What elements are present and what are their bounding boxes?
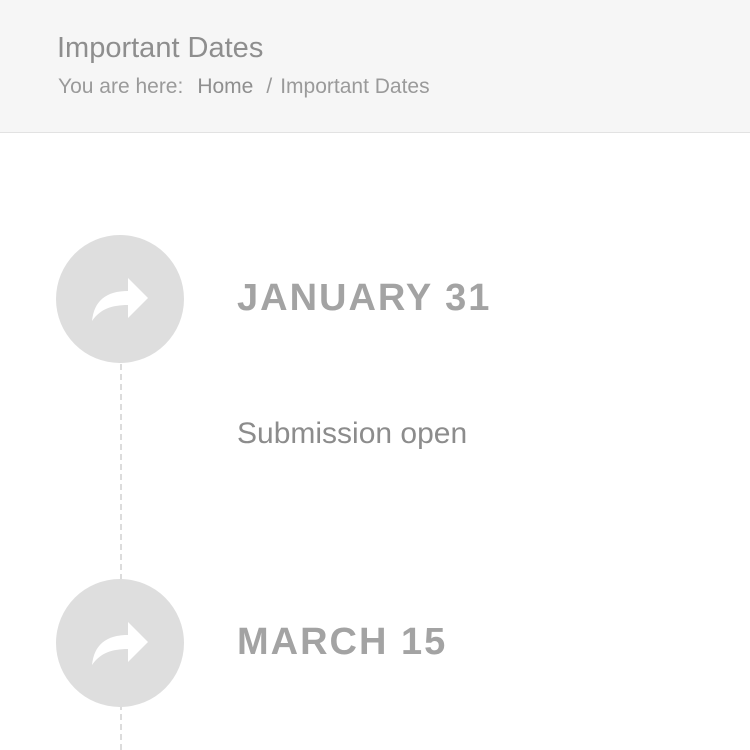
page-header: Important Dates You are here: Home / Import… bbox=[0, 0, 750, 133]
share-arrow-icon bbox=[90, 618, 150, 668]
timeline-event-marker bbox=[56, 235, 184, 363]
event-description: Submission open bbox=[237, 417, 468, 450]
share-arrow-icon bbox=[90, 274, 150, 324]
breadcrumb-current: Important Dates bbox=[280, 75, 430, 98]
breadcrumb-home-link[interactable]: Home bbox=[197, 75, 253, 98]
event-date: JANUARY 31 bbox=[237, 277, 492, 319]
page-title: Important Dates bbox=[57, 32, 264, 64]
page: Important Dates You are here: Home / Import… bbox=[0, 0, 750, 750]
event-date: MARCH 15 bbox=[237, 621, 448, 663]
breadcrumb: You are here: Home / Important Dates bbox=[58, 73, 430, 101]
breadcrumb-separator: / bbox=[266, 75, 273, 98]
breadcrumb-prefix: You are here: bbox=[58, 75, 184, 98]
timeline-event-marker bbox=[56, 579, 184, 707]
